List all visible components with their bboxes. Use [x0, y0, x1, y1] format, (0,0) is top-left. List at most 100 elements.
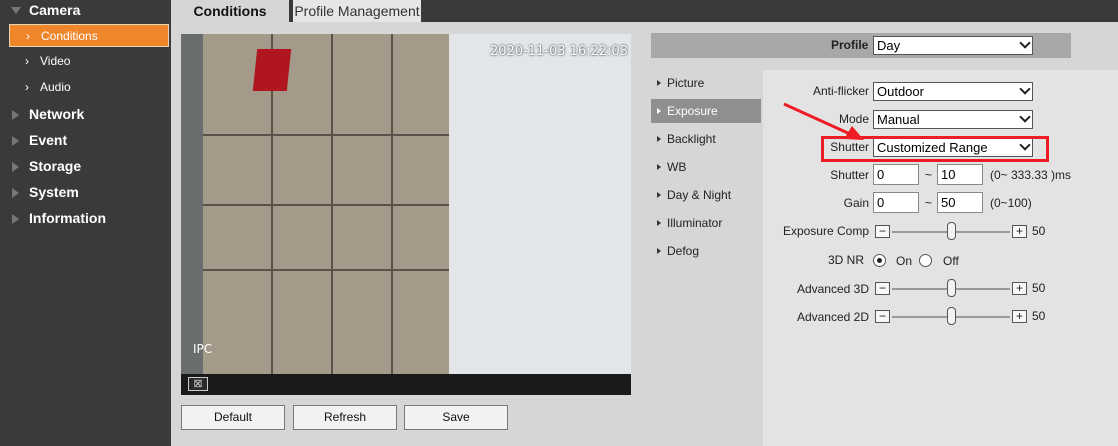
gain-max-input[interactable]: 50 — [937, 192, 983, 213]
advanced-3d-thumb[interactable] — [946, 279, 956, 297]
video-preview: 2020-11-03 16:22:03 IPC ⊠ — [181, 34, 631, 395]
menu-item-label: Illuminator — [667, 216, 723, 230]
exposure-comp-label: Exposure Comp — [782, 224, 869, 238]
exposure-comp-thumb[interactable] — [946, 222, 956, 240]
advanced-3d-plus-button[interactable]: + — [1012, 282, 1027, 295]
3d-nr-off-radio[interactable] — [919, 254, 932, 267]
video-tile-line — [203, 269, 449, 271]
caret-right-icon — [657, 220, 661, 226]
video-channel-label: IPC — [193, 342, 213, 356]
shutter-range-label: Shutter — [830, 168, 869, 182]
chevron-right-icon: › — [25, 54, 29, 68]
tab-bar: Conditions Profile Management — [171, 0, 1118, 22]
menu-item-label: Exposure — [667, 104, 718, 118]
save-button[interactable]: Save — [404, 405, 508, 430]
profile-bar: Profile Day — [651, 33, 1071, 58]
annotation-arrow-icon — [783, 102, 864, 140]
tab-profile-management[interactable]: Profile Management — [293, 0, 421, 22]
mode-select[interactable]: Manual — [873, 110, 1033, 129]
menu-item-label: WB — [667, 160, 687, 174]
video-wall-right — [449, 34, 631, 374]
exposure-comp-plus-button[interactable]: + — [1012, 225, 1027, 238]
caret-right-icon — [12, 188, 19, 198]
exposure-comp-minus-button[interactable]: − — [875, 225, 890, 238]
advanced-3d-value: 50 — [1032, 281, 1046, 295]
advanced-2d-plus-button[interactable]: + — [1012, 310, 1027, 323]
exposure-comp-value: 50 — [1032, 224, 1046, 238]
3d-nr-on-label: On — [896, 254, 913, 268]
sidebar-item-label: Storage — [29, 158, 82, 174]
3d-nr-on-radio[interactable] — [873, 254, 886, 267]
video-timestamp: 2020-11-03 16:22:03 — [490, 44, 629, 59]
3d-nr-label: 3D NR — [827, 253, 864, 267]
profile-label: Profile — [831, 38, 869, 52]
caret-right-icon — [12, 136, 19, 146]
caret-right-icon — [657, 164, 661, 170]
menu-item-backlight[interactable]: Backlight — [651, 127, 761, 151]
tab-conditions[interactable]: Conditions — [171, 0, 289, 22]
chevron-right-icon: › — [26, 29, 30, 43]
video-toolbar — [181, 374, 631, 395]
sidebar-subitem-audio[interactable]: › Audio — [9, 76, 169, 99]
menu-item-day-night[interactable]: Day & Night — [651, 183, 761, 207]
sidebar-item-label: Network — [29, 106, 85, 122]
video-wall-left — [181, 34, 203, 374]
caret-right-icon — [657, 136, 661, 142]
caret-right-icon — [12, 162, 19, 172]
gain-range-hint: (0~100) — [990, 196, 1032, 210]
menu-item-wb[interactable]: WB — [651, 155, 761, 179]
mode-value: Manual — [877, 112, 920, 127]
gain-range-separator: ~ — [925, 196, 933, 210]
advanced-2d-thumb[interactable] — [946, 307, 956, 325]
sidebar-subitem-video[interactable]: › Video — [9, 50, 169, 73]
video-tile-line — [203, 134, 449, 136]
sidebar-item-information[interactable]: Information — [0, 205, 171, 231]
sidebar-item-network[interactable]: Network — [0, 101, 171, 127]
menu-item-illuminator[interactable]: Illuminator — [651, 211, 761, 235]
menu-item-exposure[interactable]: Exposure — [651, 99, 761, 123]
shutter-min-input[interactable]: 0 — [873, 164, 919, 185]
sidebar-subitem-conditions[interactable]: › Conditions — [9, 24, 169, 47]
shutter-range-hint: (0~ 333.33 )ms — [990, 168, 1072, 182]
anti-flicker-label: Anti-flicker — [812, 84, 869, 98]
advanced-2d-minus-button[interactable]: − — [875, 310, 890, 323]
advanced-2d-label: Advanced 2D — [796, 310, 869, 324]
menu-item-picture[interactable]: Picture — [651, 71, 761, 95]
3d-nr-off-label: Off — [943, 254, 959, 268]
menu-item-label: Defog — [667, 244, 700, 258]
sidebar-item-system[interactable]: System — [0, 179, 171, 205]
default-button[interactable]: Default — [181, 405, 285, 430]
video-tile-line — [203, 204, 449, 206]
anti-flicker-value: Outdoor — [877, 84, 924, 99]
advanced-2d-value: 50 — [1032, 309, 1046, 323]
menu-item-label: Picture — [667, 76, 705, 90]
refresh-button[interactable]: Refresh — [293, 405, 397, 430]
chevron-right-icon: › — [25, 80, 29, 94]
caret-down-icon — [11, 7, 21, 14]
menu-item-label: Day & Night — [667, 188, 732, 202]
menu-item-defog[interactable]: Defog — [651, 239, 761, 263]
sidebar-item-event[interactable]: Event — [0, 127, 171, 153]
caret-right-icon — [657, 192, 661, 198]
sidebar: Camera › Conditions › Video › Audio Netw… — [0, 0, 171, 446]
gain-label: Gain — [843, 196, 869, 210]
video-red-object — [252, 49, 292, 91]
caret-right-icon — [657, 80, 661, 86]
chevron-down-icon — [1019, 111, 1031, 123]
caret-right-icon — [657, 248, 661, 254]
advanced-3d-label: Advanced 3D — [796, 282, 869, 296]
fullscreen-icon[interactable]: ⊠ — [188, 377, 208, 391]
chevron-down-icon — [1019, 37, 1031, 49]
sidebar-item-storage[interactable]: Storage — [0, 153, 171, 179]
profile-select[interactable]: Day — [873, 36, 1033, 55]
chevron-down-icon — [1019, 83, 1031, 95]
menu-item-label: Backlight — [667, 132, 716, 146]
sidebar-subitem-label: Audio — [40, 80, 71, 94]
advanced-3d-minus-button[interactable]: − — [875, 282, 890, 295]
sidebar-item-label: Event — [29, 132, 68, 148]
sidebar-item-camera[interactable]: Camera — [0, 0, 171, 23]
shutter-max-input[interactable]: 10 — [937, 164, 983, 185]
sidebar-subitem-label: Conditions — [41, 29, 98, 43]
gain-min-input[interactable]: 0 — [873, 192, 919, 213]
anti-flicker-select[interactable]: Outdoor — [873, 82, 1033, 101]
